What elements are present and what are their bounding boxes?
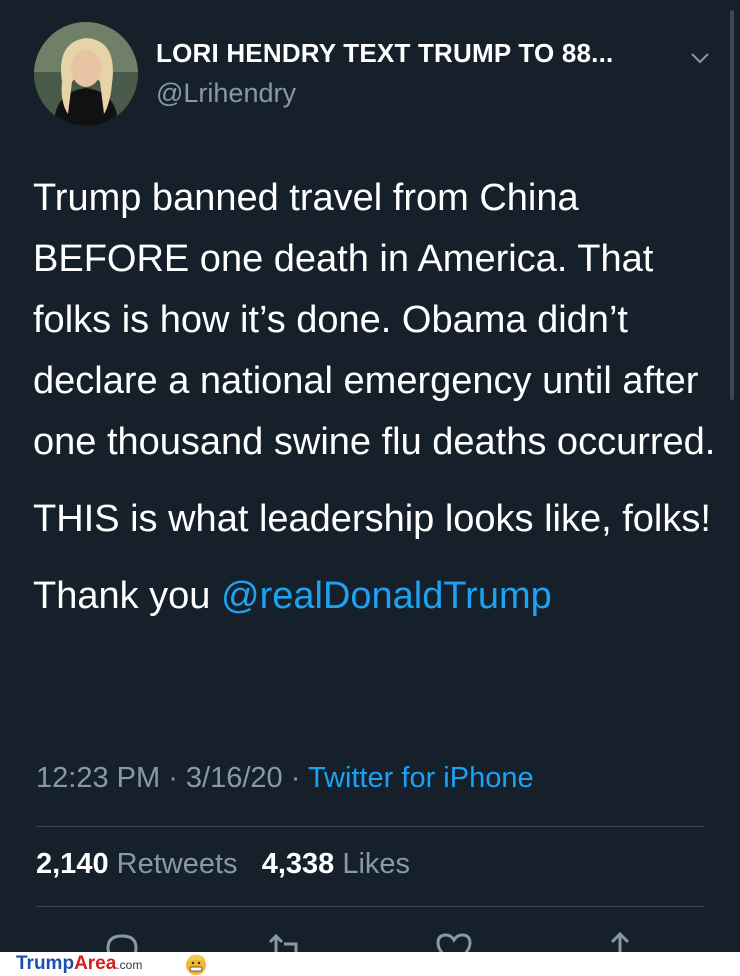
reply-icon[interactable] — [102, 930, 142, 952]
share-icon[interactable] — [600, 930, 640, 952]
tweet-detail: LORI HENDRY TEXT TRUMP TO 88... @Lrihend… — [0, 0, 740, 952]
action-bar — [0, 930, 740, 952]
scrollbar[interactable] — [730, 10, 734, 400]
display-name[interactable]: LORI HENDRY TEXT TRUMP TO 88... — [156, 38, 613, 69]
meta-separator: · — [160, 762, 186, 794]
tweet-paragraph: THIS is what leadership looks like, folk… — [33, 498, 711, 540]
likes-stat[interactable]: 4,338 Likes — [262, 848, 410, 880]
tweet-paragraph: Trump banned travel from China BEFORE on… — [33, 177, 716, 463]
tweet-time: 12:23 PM — [36, 762, 161, 794]
tweet-stats: 2,140 Retweets 4,338 Likes — [36, 848, 410, 881]
tweet-paragraph: Thank you @realDonaldTrump — [33, 566, 723, 627]
like-icon[interactable] — [434, 930, 474, 952]
tweet-source-link[interactable]: Twitter for iPhone — [308, 762, 534, 794]
retweets-label: Retweets — [116, 848, 238, 880]
retweet-icon[interactable] — [266, 930, 306, 952]
avatar[interactable] — [34, 22, 138, 126]
chevron-down-icon[interactable] — [688, 48, 712, 68]
likes-count: 4,338 — [261, 848, 335, 880]
retweets-stat[interactable]: 2,140 Retweets — [36, 848, 238, 880]
divider — [36, 906, 704, 907]
trump-face-icon — [186, 954, 206, 975]
mention-link[interactable]: @realDonaldTrump — [221, 575, 552, 617]
retweets-count: 2,140 — [36, 848, 109, 880]
tweet-paragraph-text: Thank you — [33, 575, 221, 617]
tweet-date: 3/16/20 — [185, 762, 283, 794]
user-handle[interactable]: @Lrihendry — [156, 78, 296, 109]
watermark-bar: TrumpArea.com — [0, 952, 740, 976]
tweet-meta: 12:23 PM · 3/16/20 · Twitter for iPhone — [36, 762, 534, 795]
likes-label: Likes — [342, 848, 411, 880]
meta-separator: · — [282, 762, 308, 794]
watermark-logo: TrumpArea.com — [16, 953, 143, 974]
avatar-image — [34, 22, 138, 126]
tweet-text: Trump banned travel from China BEFORE on… — [33, 168, 723, 627]
divider — [36, 826, 704, 827]
